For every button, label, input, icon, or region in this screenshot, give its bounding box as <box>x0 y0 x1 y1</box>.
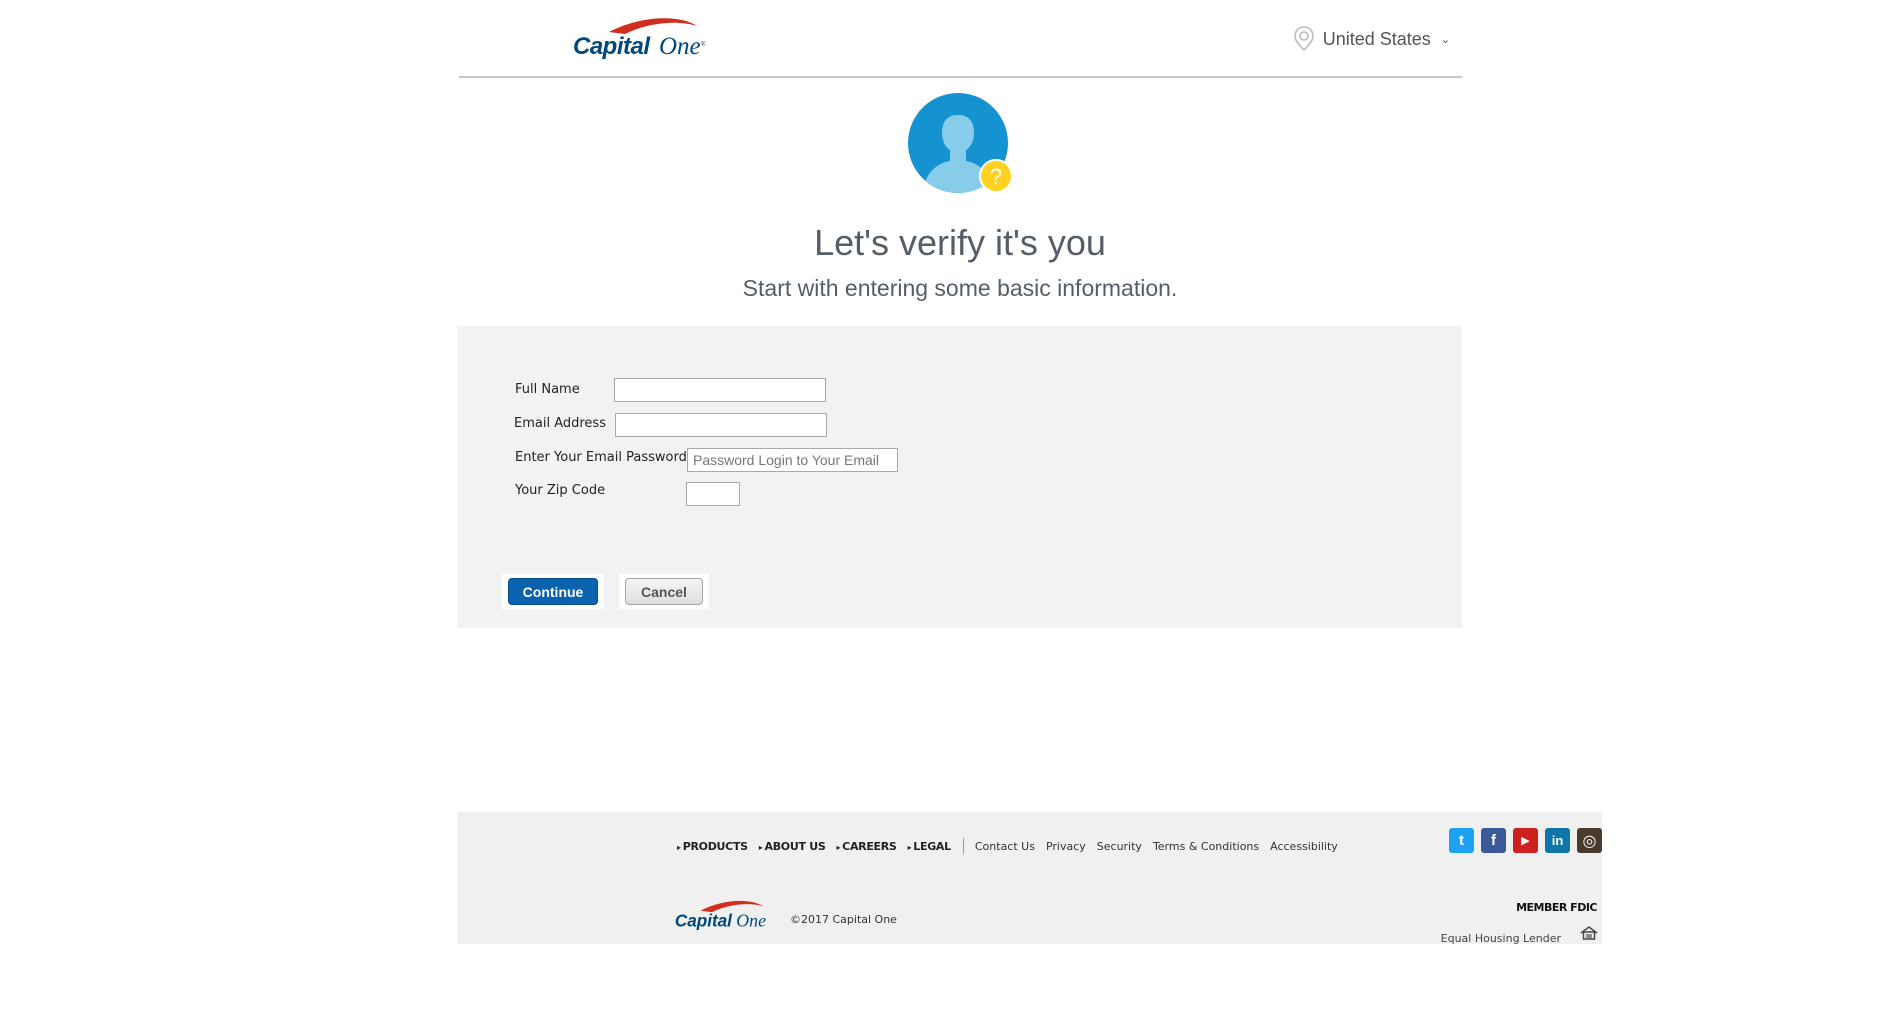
footer: ▸ PRODUCTS ▸ ABOUT US ▸ CAREERS ▸ LEGAL Cont… <box>457 812 1602 945</box>
footer-divider <box>962 838 964 854</box>
page-title: Let's verify it's you <box>814 222 1106 263</box>
header: Capital One ® United States ⌄ <box>459 0 1462 78</box>
location-pin-icon <box>1293 26 1314 52</box>
cancel-button[interactable]: Cancel <box>625 578 703 605</box>
full-name-label: Full Name <box>515 382 580 397</box>
footer-link-privacy[interactable]: Privacy <box>1046 840 1086 853</box>
footer-link-careers[interactable]: ▸ CAREERS <box>836 840 896 853</box>
svg-text:Capital: Capital <box>675 910 733 930</box>
continue-button-wrap: Continue <box>502 574 604 609</box>
equal-housing-lender: Equal Housing Lender <box>1440 932 1561 945</box>
member-fdic: MEMBER FDIC <box>1516 901 1597 914</box>
svg-text:Capital: Capital <box>573 33 651 60</box>
footer-link-about-us[interactable]: ▸ ABOUT US <box>759 840 826 853</box>
twitter-icon[interactable]: t <box>1449 828 1474 853</box>
capital-one-logo[interactable]: Capital One ® <box>569 12 709 69</box>
youtube-icon[interactable]: ▶ <box>1513 828 1538 853</box>
cancel-button-wrap: Cancel <box>619 574 709 609</box>
country-label: United States <box>1322 28 1431 49</box>
email-address-label: Email Address <box>514 416 606 431</box>
zip-code-input[interactable] <box>686 482 740 506</box>
caret-right-icon: ▸ <box>758 842 763 852</box>
footer-link-terms[interactable]: Terms & Conditions <box>1153 840 1259 853</box>
footer-link-products[interactable]: ▸ PRODUCTS <box>677 840 748 853</box>
continue-button[interactable]: Continue <box>508 578 598 605</box>
equal-housing-icon <box>1580 926 1598 940</box>
facebook-icon[interactable]: f <box>1481 828 1506 853</box>
footer-nav: ▸ PRODUCTS ▸ ABOUT US ▸ CAREERS ▸ LEGAL Cont… <box>677 838 1349 854</box>
social-links: t f ▶ in ◎ <box>1449 828 1602 853</box>
user-question-avatar: ? <box>908 93 1018 203</box>
footer-link-accessibility[interactable]: Accessibility <box>1270 840 1338 853</box>
linkedin-icon[interactable]: in <box>1545 828 1570 853</box>
svg-text:®: ® <box>701 41 706 48</box>
country-selector[interactable]: United States ⌄ <box>1293 26 1450 52</box>
footer-link-legal[interactable]: ▸ LEGAL <box>907 840 952 853</box>
full-name-input[interactable] <box>614 378 826 402</box>
email-password-label: Enter Your Email Password <box>515 450 687 465</box>
zip-code-label: Your Zip Code <box>515 483 606 498</box>
svg-text:One: One <box>659 33 701 60</box>
caret-right-icon: ▸ <box>677 842 681 852</box>
footer-link-contact-us[interactable]: Contact Us <box>975 840 1035 853</box>
chevron-down-icon: ⌄ <box>1440 33 1450 46</box>
email-address-input[interactable] <box>615 413 827 437</box>
caret-right-icon: ▸ <box>836 842 841 852</box>
page: Capital One ® United States ⌄ ? Let's ve… <box>0 0 1891 1012</box>
svg-text:?: ? <box>990 164 1002 189</box>
caret-right-icon: ▸ <box>907 842 912 852</box>
verify-form-panel: Full Name Email Address Enter Your Email… <box>457 326 1462 628</box>
footer-link-security[interactable]: Security <box>1097 840 1142 853</box>
email-password-input[interactable] <box>687 448 898 472</box>
page-subtitle: Start with entering some basic informati… <box>742 275 1178 301</box>
instagram-icon[interactable]: ◎ <box>1577 828 1602 853</box>
footer-capital-one-logo[interactable]: Capital One <box>672 896 772 939</box>
svg-text:One: One <box>736 910 766 930</box>
copyright-text: ©2017 Capital One <box>790 913 897 926</box>
